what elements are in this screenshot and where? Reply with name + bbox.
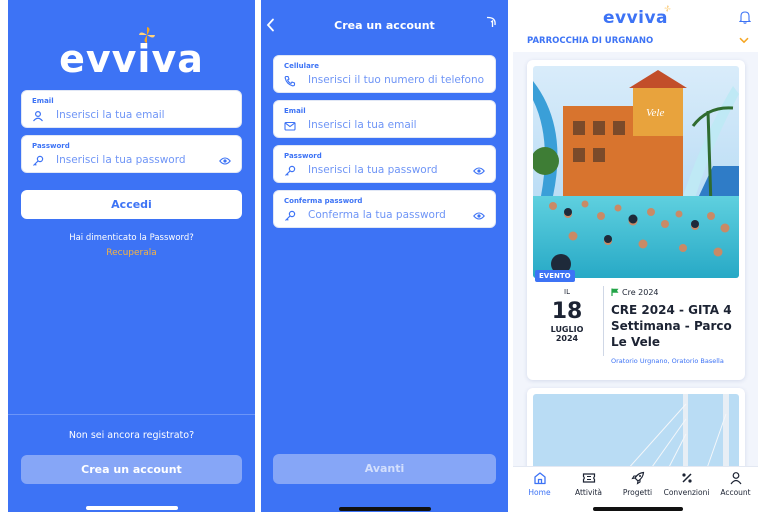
phone-field[interactable]: Cellulare Inserisci il tuo numero di tel… <box>273 55 496 93</box>
user-icon <box>730 472 741 485</box>
next-button[interactable]: Avanti <box>273 454 496 484</box>
event-date: IL 18 LUGLIO 2024 <box>541 288 593 343</box>
forgot-password-text: Hai dimenticato la Password? <box>69 233 194 243</box>
home-icon <box>533 472 546 485</box>
event-category-label: Cre 2024 <box>622 288 659 297</box>
parish-selector[interactable]: PARROCCHIA DI URGNANO <box>527 36 653 46</box>
date-year: 2024 <box>555 334 579 344</box>
rocket-icon <box>630 471 644 485</box>
tab-label: Convenzioni <box>663 488 710 497</box>
home-feed-screen: evviva PARROCCHIA DI URGNANO Vele EVENTO… <box>513 0 758 512</box>
password-label: Password <box>32 142 70 150</box>
password-placeholder: Inserisci la tua password <box>56 154 186 166</box>
tab-account[interactable]: Account <box>711 471 758 497</box>
tab-projects[interactable]: Progetti <box>613 471 662 497</box>
email-field[interactable]: Email Inserisci la tua email <box>273 100 496 138</box>
app-logo: evviva <box>602 8 669 28</box>
eye-icon[interactable] <box>473 211 485 221</box>
tab-agreements[interactable]: Convenzioni <box>662 471 711 497</box>
date-month: LUGLIO <box>550 325 584 335</box>
key-icon <box>285 165 296 176</box>
eye-icon[interactable] <box>219 156 231 166</box>
event-photo: Vele <box>533 66 739 278</box>
password-label: Password <box>284 152 322 160</box>
eye-icon[interactable] <box>473 166 485 176</box>
mail-icon <box>284 121 296 131</box>
email-placeholder: Inserisci la tua email <box>308 119 417 131</box>
photo-sign-text: Vele <box>646 107 664 119</box>
confirm-password-placeholder: Conferma la tua password <box>308 209 446 221</box>
key-icon <box>285 210 296 221</box>
email-field[interactable]: Email Inserisci la tua email <box>21 90 242 128</box>
tab-label: Home <box>528 488 551 497</box>
percent-icon <box>681 473 692 483</box>
login-screen: evviva Email Inserisci la tua email Pass… <box>8 0 255 512</box>
phone-icon <box>284 75 296 87</box>
password-field[interactable]: Password Inserisci la tua password <box>21 135 242 173</box>
password-field[interactable]: Password Inserisci la tua password <box>273 145 496 183</box>
confirm-password-field[interactable]: Conferma password Conferma la tua passwo… <box>273 190 496 228</box>
event-tag: EVENTO <box>535 270 575 282</box>
event-category: Cre 2024 <box>611 288 659 297</box>
home-indicator <box>593 507 683 511</box>
tab-label: Attività <box>574 488 603 497</box>
recover-password-link[interactable]: Recuperala <box>8 248 255 258</box>
phone-label: Cellulare <box>284 62 319 70</box>
feed-list: Vele EVENTO IL 18 LUGLIO 2024 Cre 2024 C… <box>513 52 758 508</box>
email-placeholder: Inserisci la tua email <box>56 109 165 121</box>
not-registered-text: Non sei ancora registrato? <box>68 430 195 441</box>
app-logo: evviva <box>8 40 255 78</box>
password-placeholder: Inserisci la tua password <box>308 164 438 176</box>
home-indicator <box>339 507 431 511</box>
email-label: Email <box>32 97 54 105</box>
event-title[interactable]: CRE 2024 - GITA 4 Settimana - Parco Le V… <box>611 302 739 351</box>
phone-placeholder: Inserisci il tuo numero di telefono <box>308 74 485 86</box>
user-icon <box>33 110 43 122</box>
event-organizers: Oratorio Urgnano, Oratorio Basella <box>611 357 724 365</box>
tab-activities[interactable]: Attività <box>564 471 613 497</box>
help-arc-icon[interactable] <box>484 15 498 31</box>
tab-label: Progetti <box>622 488 653 497</box>
chevron-down-icon[interactable] <box>739 37 749 44</box>
email-label: Email <box>284 107 306 115</box>
flag-icon <box>611 288 619 296</box>
tab-label: Account <box>720 488 751 497</box>
logo-text: evviva <box>59 37 204 81</box>
page-title: Crea un account <box>334 19 435 32</box>
tab-bar: Home Attività Progetti Convenzioni Accou… <box>513 466 758 512</box>
create-account-button[interactable]: Crea un account <box>21 455 242 484</box>
bell-icon[interactable] <box>739 10 751 24</box>
login-button[interactable]: Accedi <box>21 190 242 219</box>
confirm-password-label: Conferma password <box>284 197 363 205</box>
home-indicator <box>86 506 178 510</box>
divider <box>8 414 255 415</box>
event-card[interactable]: Vele EVENTO IL 18 LUGLIO 2024 Cre 2024 C… <box>527 60 745 380</box>
tab-home[interactable]: Home <box>515 471 564 497</box>
date-prefix: IL <box>564 288 570 296</box>
ticket-icon <box>582 473 595 483</box>
register-screen: Crea un account Cellulare Inserisci il t… <box>261 0 508 512</box>
key-icon <box>33 155 44 166</box>
date-divider <box>603 286 604 356</box>
date-day: 18 <box>551 299 583 324</box>
pinwheel-logo-icon <box>664 5 671 12</box>
